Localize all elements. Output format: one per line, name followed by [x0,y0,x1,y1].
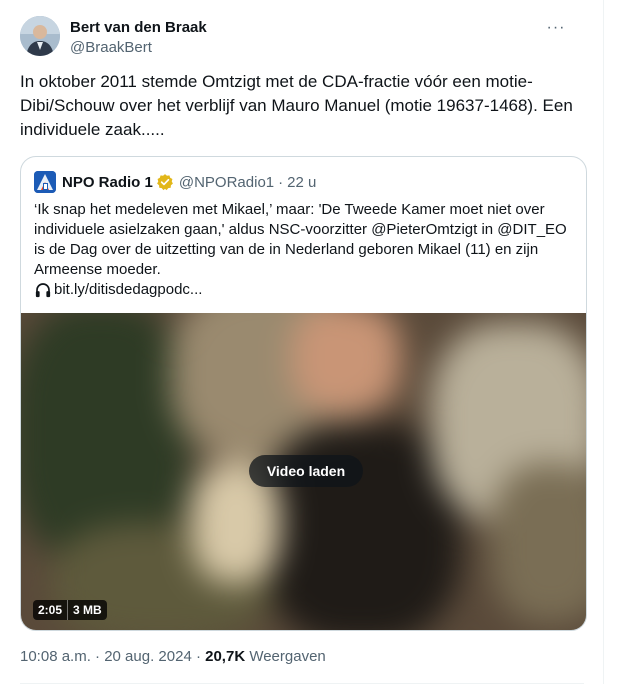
author-block: Bert van den Braak @BraakBert [70,18,207,58]
verified-badge-icon [156,174,173,191]
author-handle[interactable]: @BraakBert [70,38,207,58]
quoted-tweet-text: ‘Ik snap het medeleven met Mikael,’ maar… [34,200,574,300]
quoted-author-name[interactable]: NPO Radio 1 [62,174,153,191]
tweet-metadata: 10:08 a.m. · 20 aug. 2024 · 20,7K Weerga… [20,648,326,665]
views-label: Weergaven [249,648,326,665]
quoted-tweet-body: ‘Ik snap het medeleven met Mikael,’ maar… [34,201,567,278]
video-thumbnail[interactable]: Video laden 2:05 3 MB [21,313,586,630]
video-size: 3 MB [68,600,107,620]
quoted-tweet-time[interactable]: 22 u [287,174,316,191]
quoted-tweet-link[interactable]: bit.ly/ditisdedagpodc... [34,280,574,300]
more-options-button[interactable]: ··· [539,16,573,40]
author-avatar[interactable] [20,16,60,56]
tweet-timestamp[interactable]: 10:08 a.m. · 20 aug. 2024 · [20,648,201,665]
views-count: 20,7K [205,648,246,665]
tweet-container: Bert van den Braak @BraakBert ··· In okt… [0,0,604,684]
video-info-badges: 2:05 3 MB [33,600,107,620]
load-video-button[interactable]: Video laden [249,455,363,487]
quoted-author-handle[interactable]: @NPORadio1 [179,174,274,191]
header-separator: · [278,173,284,191]
quoted-tweet-header: NPO Radio 1 @NPORadio1 · 22 u [34,171,316,193]
tweet-text: In oktober 2011 stemde Omtzigt met de CD… [20,72,573,139]
link-text[interactable]: bit.ly/ditisdedagpodc... [54,280,202,300]
quoted-tweet[interactable]: NPO Radio 1 @NPORadio1 · 22 u ‘Ik snap h… [20,156,587,631]
video-duration: 2:05 [33,600,69,620]
npo-radio-1-logo [34,171,56,193]
author-name[interactable]: Bert van den Braak [70,18,207,38]
headphones-icon [35,283,51,298]
